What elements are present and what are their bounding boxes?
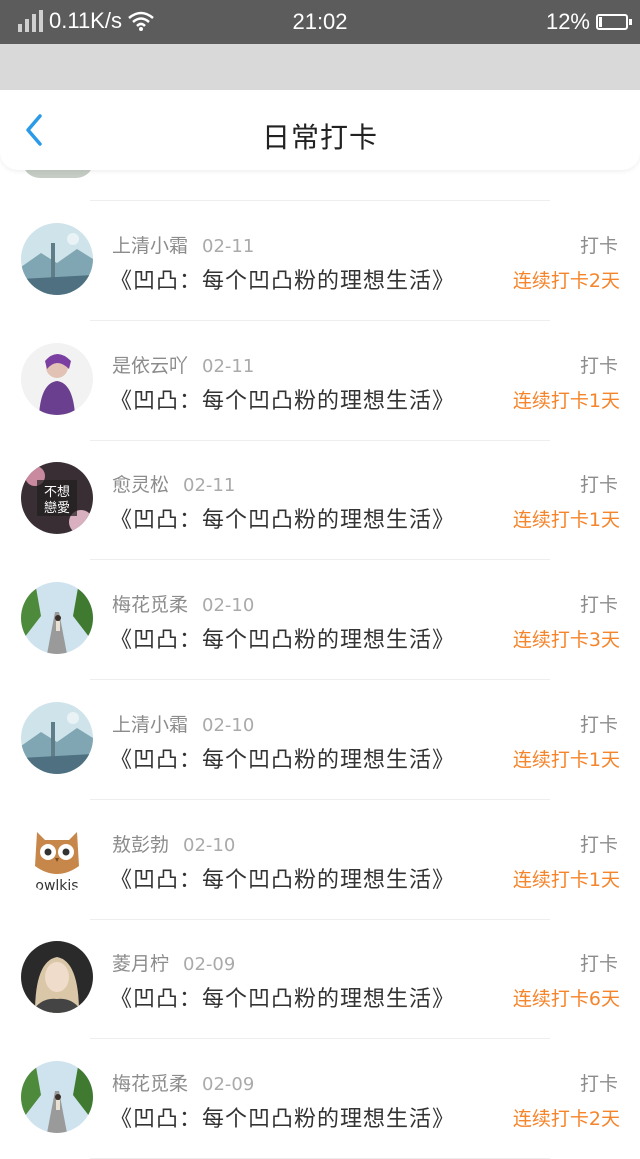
list-item[interactable]: 梅花觅柔 02-09 《凹凸：每个凹凸粉的理想生活》 打卡连续打卡2天: [0, 1039, 640, 1159]
checkin-tag: 打卡: [579, 474, 618, 497]
avatar-image: [21, 223, 93, 295]
user-name[interactable]: 菱月柠 02-09: [112, 949, 235, 976]
avatar-image: [21, 342, 93, 415]
book-title[interactable]: 《凹凸：每个凹凸粉的理想生活》: [110, 383, 455, 415]
book-title[interactable]: 《凹凸：每个凹凸粉的理想生活》: [110, 862, 455, 894]
user-name[interactable]: 上清小霜 02-11: [112, 231, 254, 258]
svg-text:戀愛: 戀愛: [44, 500, 70, 516]
avatar[interactable]: [21, 701, 93, 774]
streak-label: 连续打卡1天: [512, 389, 620, 412]
page-title: 日常打卡: [261, 121, 378, 154]
svg-text:owlkis: owlkis: [35, 878, 78, 894]
avatar-image: [21, 1060, 93, 1133]
list-item[interactable]: 不想 戀愛 愈灵松 02-11 《凹凸：每个凹凸粉的理想生活》 打卡 连续打卡1天: [0, 440, 640, 561]
status-bar: 0.11K/s 21:02 12%: [0, 0, 640, 44]
user-name[interactable]: 是依云吖 02-11: [112, 351, 254, 378]
checkin-date: 02-10: [202, 714, 255, 736]
svg-text:不想: 不想: [44, 484, 70, 500]
user-name[interactable]: 愈灵松 02-11: [112, 470, 235, 497]
checkin-date: 02-11: [202, 236, 255, 257]
status-right: 12%: [545, 9, 632, 35]
user-name-text: 愈灵松: [112, 474, 170, 497]
avatar[interactable]: 不想 戀愛: [21, 462, 93, 535]
streak-label: 连续打卡1天: [512, 748, 620, 771]
user-name-text: 是依云吖: [112, 354, 189, 377]
battery-percent: 12%: [545, 9, 590, 34]
checkin-tag: 打卡: [579, 953, 618, 976]
streak-label: 连续打卡1天: [512, 509, 620, 532]
avatar-image: [21, 701, 93, 774]
avatar[interactable]: [21, 582, 93, 655]
battery-icon: [596, 14, 632, 30]
avatar[interactable]: [21, 941, 93, 1014]
list-item[interactable]: 菱月柠 02-09 《凹凸：每个凹凸粉的理想生活》 打卡连续打卡6天: [0, 919, 640, 1040]
streak-label: 连续打卡1天: [512, 868, 620, 891]
user-name-text: 敖彭勃: [112, 833, 170, 856]
list-item[interactable]: 梅花觅柔 02-10 《凹凸：每个凹凸粉的理想生活》 打卡连续打卡3天: [0, 560, 640, 681]
checkin-tag: 打卡: [579, 713, 618, 736]
checkin-list[interactable]: 上清小霜 02-11 《凹凸：每个凹凸粉的理想生活》 打卡 连续打卡2天 是依云吖 02-1…: [0, 160, 640, 1159]
avatar[interactable]: [21, 1060, 93, 1133]
gray-strip: [0, 44, 640, 92]
book-title[interactable]: 《凹凸：每个凹凸粉的理想生活》: [110, 981, 455, 1013]
book-title[interactable]: 《凹凸：每个凹凸粉的理想生活》: [110, 622, 455, 654]
avatar[interactable]: owlkis: [21, 821, 93, 894]
streak-label: 连续打卡6天: [512, 988, 620, 1011]
checkin-date: 02-10: [202, 595, 255, 617]
book-title[interactable]: 《凹凸：每个凹凸粉的理想生活》: [110, 502, 455, 534]
avatar-image: owlkis: [21, 821, 93, 894]
avatar-image: 不想戀愛: [21, 462, 93, 535]
checkin-date: 02-10: [183, 834, 236, 856]
avatar-image: [21, 941, 93, 1014]
user-name[interactable]: 敖彭勃 02-10: [112, 830, 235, 857]
book-title[interactable]: 《凹凸：每个凹凸粉的理想生活》: [110, 263, 455, 295]
checkin-tag: 打卡: [579, 235, 618, 257]
user-name-text: 梅花觅柔: [112, 1072, 189, 1095]
list-item[interactable]: 是依云吖 02-11 《凹凸：每个凹凸粉的理想生活》 打卡连续打卡1天: [0, 321, 640, 441]
user-name[interactable]: 上清小霜 02-10: [112, 710, 254, 737]
streak-label: 连续打卡2天: [512, 270, 620, 292]
streak-label: 连续打卡3天: [512, 629, 620, 652]
user-name[interactable]: 梅花觅柔 02-09: [112, 1069, 254, 1096]
user-name-text: 梅花觅柔: [112, 594, 189, 617]
checkin-date: 02-11: [202, 355, 255, 377]
list-item[interactable]: 上清小霜 02-11 《凹凸：每个凹凸粉的理想生活》 打卡连续打卡2天: [0, 201, 640, 321]
list-item[interactable]: 上清小霜 02-10 《凹凸：每个凹凸粉的理想生活》 打卡连续打卡1天: [0, 680, 640, 800]
avatar[interactable]: [21, 342, 93, 415]
checkin-date: 02-09: [183, 954, 236, 976]
avatar-image: [21, 582, 93, 655]
nav-header: 日常打卡: [0, 90, 640, 170]
avatar[interactable]: [21, 223, 93, 295]
checkin-date: 02-09: [202, 1073, 255, 1095]
checkin-tag: 打卡: [579, 594, 618, 617]
user-name-text: 菱月柠: [112, 953, 170, 976]
clock: 21:02: [292, 9, 348, 34]
checkin-tag: 打卡: [579, 1072, 618, 1095]
book-title[interactable]: 《凹凸：每个凹凸粉的理想生活》: [110, 1101, 455, 1133]
user-name-text: 上清小霜: [112, 235, 189, 257]
list-item[interactable]: owlkis 敖彭勃 02-10 《凹凸：每个凹凸粉的理想生活》 打卡连续打卡1天: [0, 800, 640, 920]
checkin-tag: 打卡: [579, 354, 618, 377]
checkin-tag: 打卡: [579, 833, 618, 856]
book-title[interactable]: 《凹凸：每个凹凸粉的理想生活》: [110, 742, 455, 774]
checkin-date: 02-11: [183, 475, 236, 497]
streak-label: 连续打卡2天: [512, 1107, 620, 1130]
user-name[interactable]: 梅花觅柔 02-10: [112, 590, 254, 617]
user-name-text: 上清小霜: [112, 713, 189, 736]
